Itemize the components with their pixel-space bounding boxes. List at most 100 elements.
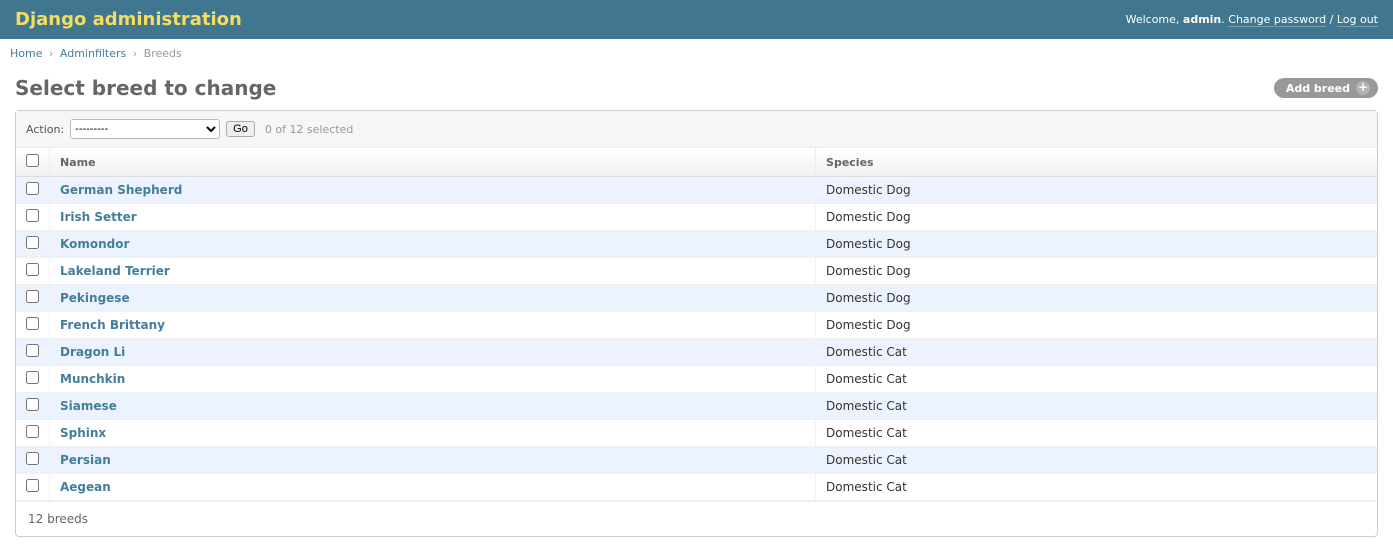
table-row: Sphinx Domestic Cat	[16, 420, 1377, 447]
row-checkbox-cell	[16, 420, 50, 447]
row-species-cell: Domestic Cat	[816, 447, 1377, 474]
row-checkbox-cell	[16, 312, 50, 339]
add-breed-button[interactable]: Add breed +	[1274, 78, 1378, 98]
logout-link[interactable]: Log out	[1337, 13, 1378, 27]
row-checkbox[interactable]	[26, 479, 39, 492]
breed-link[interactable]: Persian	[60, 453, 111, 467]
table-row: German Shepherd Domestic Dog	[16, 177, 1377, 204]
row-species-cell: Domestic Cat	[816, 339, 1377, 366]
row-species-cell: Domestic Dog	[816, 204, 1377, 231]
breed-link[interactable]: German Shepherd	[60, 183, 182, 197]
breed-link[interactable]: Pekingese	[60, 291, 130, 305]
page-title: Select breed to change	[15, 76, 276, 100]
plus-icon: +	[1356, 81, 1370, 95]
row-checkbox[interactable]	[26, 371, 39, 384]
welcome-text: Welcome,	[1126, 13, 1183, 26]
row-checkbox-cell	[16, 474, 50, 501]
row-name-cell: German Shepherd	[50, 177, 816, 204]
row-name-cell: Pekingese	[50, 285, 816, 312]
action-label: Action:	[26, 123, 64, 136]
row-name-cell: Lakeland Terrier	[50, 258, 816, 285]
breadcrumb-sep: ›	[49, 47, 53, 60]
action-select[interactable]: ---------	[70, 119, 220, 139]
row-checkbox[interactable]	[26, 398, 39, 411]
breed-link[interactable]: Siamese	[60, 399, 117, 413]
row-species-cell: Domestic Dog	[816, 177, 1377, 204]
table-row: Lakeland Terrier Domestic Dog	[16, 258, 1377, 285]
row-checkbox[interactable]	[26, 263, 39, 276]
column-name[interactable]: Name	[50, 148, 816, 177]
row-checkbox[interactable]	[26, 425, 39, 438]
breed-link[interactable]: Aegean	[60, 480, 111, 494]
row-checkbox-cell	[16, 204, 50, 231]
row-species-cell: Domestic Dog	[816, 285, 1377, 312]
row-species-cell: Domestic Cat	[816, 420, 1377, 447]
paginator: 12 breeds	[16, 501, 1377, 536]
table-row: Persian Domestic Cat	[16, 447, 1377, 474]
row-name-cell: Komondor	[50, 231, 816, 258]
row-checkbox[interactable]	[26, 236, 39, 249]
row-checkbox-cell	[16, 285, 50, 312]
row-name-cell: Dragon Li	[50, 339, 816, 366]
row-checkbox-cell	[16, 366, 50, 393]
go-button[interactable]: Go	[226, 121, 255, 137]
row-species-cell: Domestic Cat	[816, 393, 1377, 420]
row-name-cell: Persian	[50, 447, 816, 474]
row-checkbox[interactable]	[26, 317, 39, 330]
select-all-header	[16, 148, 50, 177]
breadcrumb-home[interactable]: Home	[10, 47, 42, 60]
result-table: Name Species German Shepherd Domestic Dog…	[16, 148, 1377, 501]
changelist-module: Action: --------- Go 0 of 12 selected Na…	[15, 110, 1378, 537]
row-name-cell: Irish Setter	[50, 204, 816, 231]
row-species-cell: Domestic Cat	[816, 366, 1377, 393]
breed-link[interactable]: Komondor	[60, 237, 129, 251]
row-name-cell: Siamese	[50, 393, 816, 420]
breed-link[interactable]: Lakeland Terrier	[60, 264, 170, 278]
row-name-cell: Sphinx	[50, 420, 816, 447]
row-checkbox[interactable]	[26, 182, 39, 195]
table-row: Pekingese Domestic Dog	[16, 285, 1377, 312]
breed-link[interactable]: Irish Setter	[60, 210, 137, 224]
row-species-cell: Domestic Cat	[816, 474, 1377, 501]
row-checkbox-cell	[16, 447, 50, 474]
row-checkbox-cell	[16, 339, 50, 366]
table-row: Dragon Li Domestic Cat	[16, 339, 1377, 366]
breadcrumb: Home › Adminfilters › Breeds	[0, 39, 1393, 68]
add-breed-label: Add breed	[1286, 82, 1350, 95]
row-checkbox[interactable]	[26, 209, 39, 222]
table-row: Komondor Domestic Dog	[16, 231, 1377, 258]
column-species[interactable]: Species	[816, 148, 1377, 177]
row-species-cell: Domestic Dog	[816, 258, 1377, 285]
row-checkbox-cell	[16, 393, 50, 420]
breed-link[interactable]: French Brittany	[60, 318, 165, 332]
username: admin	[1183, 13, 1221, 26]
breed-link[interactable]: Dragon Li	[60, 345, 125, 359]
row-species-cell: Domestic Dog	[816, 312, 1377, 339]
table-row: Siamese Domestic Cat	[16, 393, 1377, 420]
user-tools: Welcome, admin. Change password / Log ou…	[1126, 13, 1378, 26]
row-checkbox-cell	[16, 258, 50, 285]
table-row: Munchkin Domestic Cat	[16, 366, 1377, 393]
table-row: Irish Setter Domestic Dog	[16, 204, 1377, 231]
row-checkbox[interactable]	[26, 290, 39, 303]
breed-link[interactable]: Munchkin	[60, 372, 125, 386]
row-checkbox-cell	[16, 231, 50, 258]
site-branding[interactable]: Django administration	[15, 9, 242, 30]
row-name-cell: French Brittany	[50, 312, 816, 339]
row-species-cell: Domestic Dog	[816, 231, 1377, 258]
actions-bar: Action: --------- Go 0 of 12 selected	[16, 111, 1377, 148]
breadcrumb-sep: ›	[133, 47, 137, 60]
row-checkbox-cell	[16, 177, 50, 204]
select-all-checkbox[interactable]	[26, 154, 39, 167]
header: Django administration Welcome, admin. Ch…	[0, 0, 1393, 39]
selection-counter: 0 of 12 selected	[265, 123, 354, 136]
breadcrumb-app[interactable]: Adminfilters	[60, 47, 126, 60]
row-name-cell: Munchkin	[50, 366, 816, 393]
row-name-cell: Aegean	[50, 474, 816, 501]
breadcrumb-current: Breeds	[144, 47, 182, 60]
change-password-link[interactable]: Change password	[1228, 13, 1326, 27]
row-checkbox[interactable]	[26, 344, 39, 357]
row-checkbox[interactable]	[26, 452, 39, 465]
table-row: Aegean Domestic Cat	[16, 474, 1377, 501]
breed-link[interactable]: Sphinx	[60, 426, 106, 440]
